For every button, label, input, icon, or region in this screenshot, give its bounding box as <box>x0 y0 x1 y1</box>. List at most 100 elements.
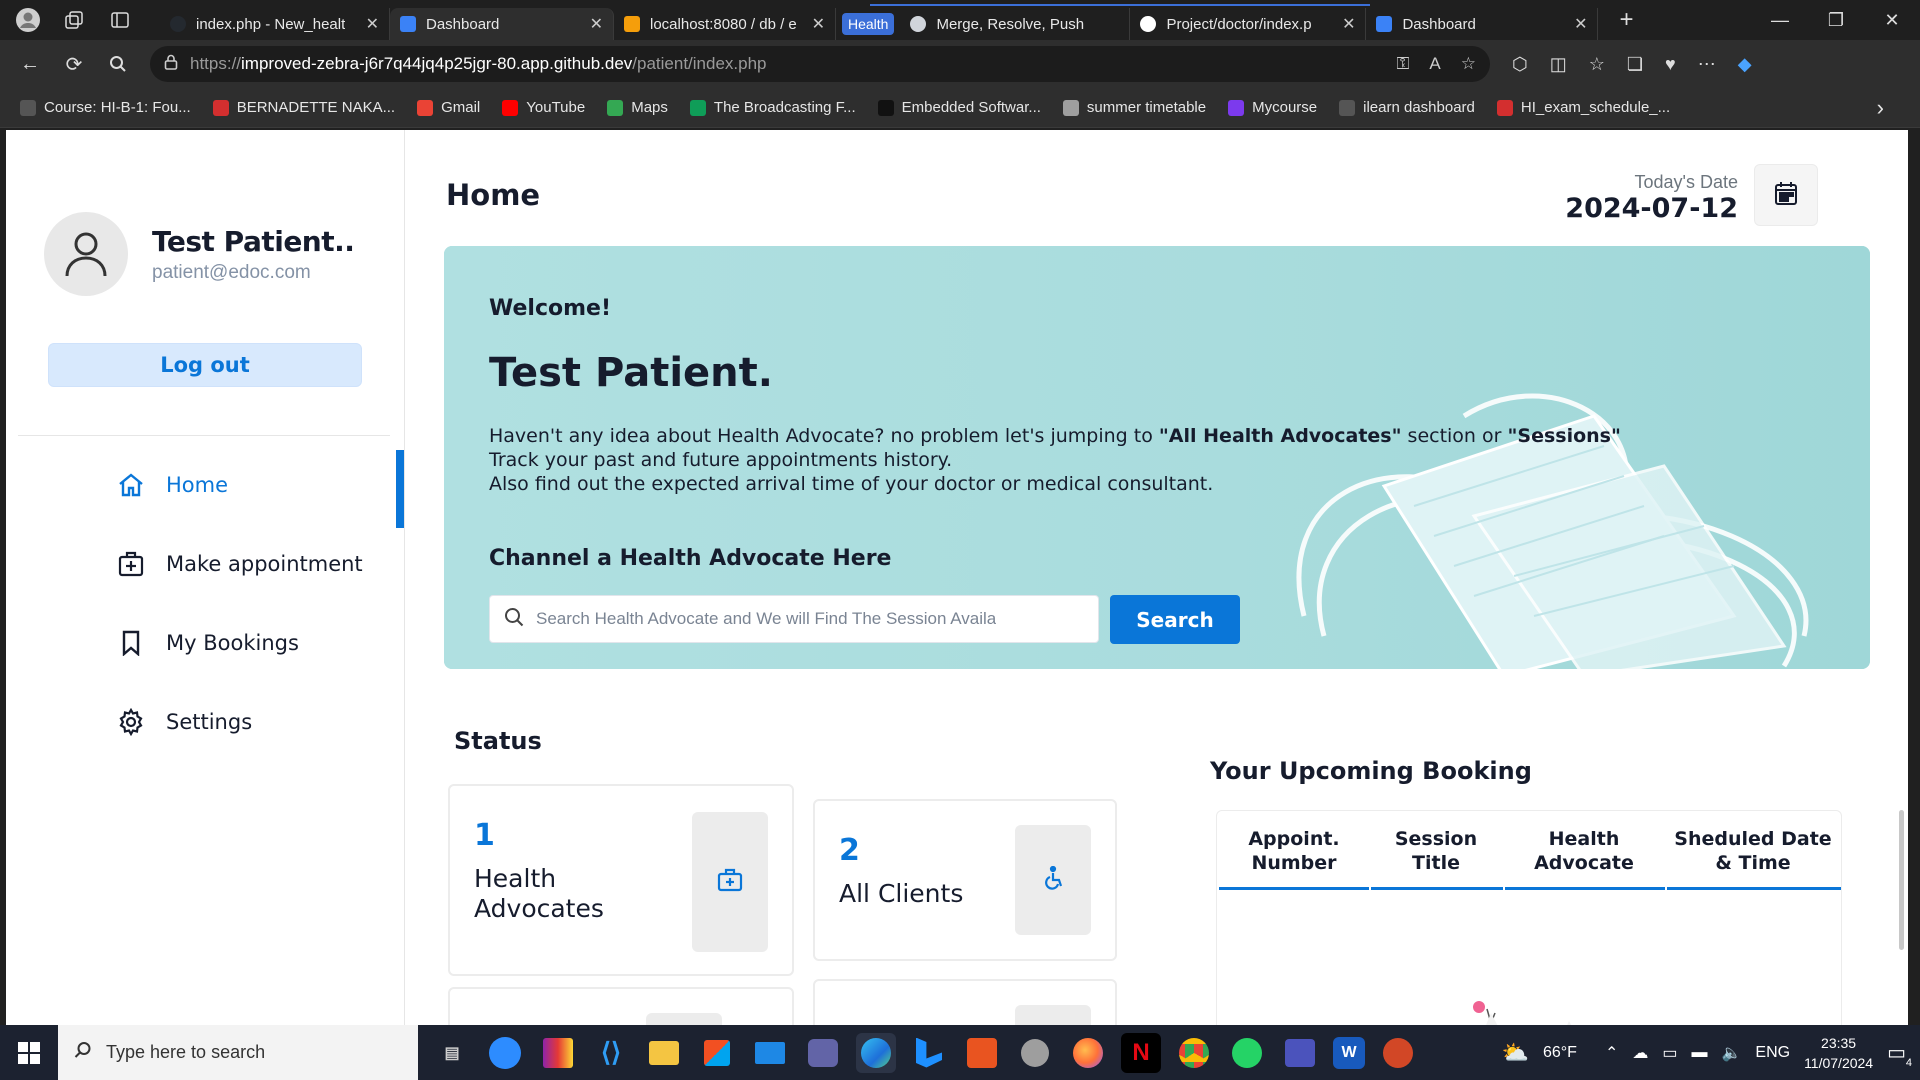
network-icon[interactable]: ☁ <box>1632 1043 1648 1063</box>
taskbar-search-input[interactable]: Type here to search <box>58 1025 418 1080</box>
home-icon <box>116 470 146 500</box>
clock-date: 11/07/2024 <box>1804 1054 1874 1071</box>
bookmark-item[interactable]: Maps <box>607 99 668 116</box>
powerpoint-icon[interactable] <box>1378 1033 1418 1073</box>
tab-title: index.php - New_healt <box>196 15 346 33</box>
close-icon[interactable]: ✕ <box>1334 14 1355 34</box>
close-icon[interactable]: ✕ <box>804 14 825 34</box>
refresh-icon[interactable]: ⟳ <box>54 44 94 84</box>
edge-icon[interactable] <box>856 1032 896 1073</box>
key-icon[interactable]: ⚿ <box>1396 54 1409 74</box>
language-indicator[interactable]: ENG <box>1755 1044 1790 1062</box>
card-label: All Clients <box>839 879 964 908</box>
calendar-button[interactable] <box>1754 164 1818 226</box>
search-icon[interactable] <box>98 44 138 84</box>
favorites-icon[interactable]: ☆ <box>1589 54 1605 75</box>
word-icon[interactable]: W <box>1333 1036 1365 1069</box>
bookmark-item[interactable]: Course: HI-B-1: Fou... <box>20 99 191 116</box>
bookmark-item[interactable]: summer timetable <box>1062 99 1206 116</box>
sidebar-item-make-appointment[interactable]: Make appointment <box>116 549 363 579</box>
bookmark-label: Embedded Softwar... <box>901 99 1041 116</box>
close-window-icon[interactable]: ✕ <box>1864 10 1920 31</box>
copilot-icon[interactable]: ◆ <box>1738 54 1752 75</box>
task-view-icon[interactable]: ▤ <box>432 1033 472 1073</box>
bookmark-favicon-icon <box>689 99 706 116</box>
advocate-search-input[interactable]: Search Health Advocate and We will Find … <box>489 595 1099 643</box>
bookmark-item[interactable]: Embedded Softwar... <box>877 99 1041 116</box>
card-icon-box <box>1015 825 1091 935</box>
bookmark-item[interactable]: The Broadcasting F... <box>689 99 856 116</box>
logout-button[interactable]: Log out <box>48 343 362 387</box>
card-number: 2 <box>839 833 860 868</box>
back-icon[interactable]: ← <box>10 44 50 84</box>
mail-icon[interactable] <box>750 1033 790 1073</box>
read-aloud-icon[interactable]: A <box>1429 54 1440 74</box>
bookmark-item[interactable]: Mycourse <box>1228 99 1317 116</box>
winrar-icon[interactable] <box>538 1033 578 1073</box>
avatar <box>44 212 128 296</box>
tab[interactable]: Dashboard ✕ <box>1366 8 1599 40</box>
bookmark-item[interactable]: YouTube <box>502 99 585 116</box>
windows-start-icon[interactable] <box>0 1025 58 1080</box>
search-button[interactable]: Search <box>1110 595 1240 644</box>
bookmark-item[interactable]: BERNADETTE NAKA... <box>212 99 395 116</box>
microsoft-store-icon[interactable] <box>697 1033 737 1073</box>
vscode-icon[interactable]: ⟨⟩ <box>591 1033 631 1073</box>
close-icon[interactable]: ✕ <box>582 14 603 34</box>
workspaces-icon[interactable] <box>60 6 88 34</box>
collections-icon[interactable]: ❏ <box>1627 54 1643 75</box>
header-underline <box>1219 887 1369 890</box>
health-extension-icon[interactable]: ♥ <box>1665 54 1676 75</box>
bookmark-favicon-icon <box>877 99 894 116</box>
tab[interactable]: Project/doctor/index.p ✕ <box>1130 8 1367 40</box>
teams-icon[interactable] <box>803 1033 843 1073</box>
firefox-icon[interactable] <box>1068 1033 1108 1073</box>
page-scrollbar[interactable] <box>1899 810 1904 950</box>
zoom-icon[interactable] <box>485 1033 525 1073</box>
clock[interactable]: 23:35 11/07/2024 <box>1804 1033 1873 1073</box>
whatsapp-icon[interactable] <box>1227 1033 1267 1073</box>
chrome-icon[interactable] <box>1174 1033 1214 1073</box>
url-field[interactable]: https://improved-zebra-j6r7q44jq4p25jgr-… <box>150 46 1490 82</box>
tab[interactable]: index.php - New_healt ✕ <box>160 8 390 40</box>
close-icon[interactable]: ✕ <box>1566 14 1587 34</box>
file-explorer-icon[interactable] <box>644 1033 684 1073</box>
more-menu-icon[interactable]: ⋯ <box>1698 54 1716 75</box>
chevron-right-icon[interactable]: › <box>1877 95 1884 121</box>
bing-icon[interactable] <box>909 1033 949 1073</box>
teams-classic-icon[interactable] <box>1280 1033 1320 1073</box>
ubuntu-icon[interactable] <box>962 1033 1002 1073</box>
bookmark-item[interactable]: ilearn dashboard <box>1339 99 1475 116</box>
sidebar-item-home[interactable]: Home <box>116 470 228 500</box>
sidebar-item-my-bookings[interactable]: My Bookings <box>116 628 299 658</box>
close-icon[interactable]: ✕ <box>358 14 379 34</box>
new-tab-icon[interactable]: + <box>1612 6 1640 34</box>
battery-icon[interactable]: ▬ <box>1691 1044 1707 1062</box>
favorite-star-icon[interactable]: ☆ <box>1461 54 1476 74</box>
tab-group-chip[interactable]: Health <box>842 13 895 35</box>
sidebar-item-settings[interactable]: Settings <box>116 707 252 737</box>
chevron-up-icon[interactable]: ⌃ <box>1605 1043 1618 1063</box>
status-card-advocates[interactable]: 1 Health Advocates <box>448 784 794 976</box>
notification-icon[interactable]: ▭ 4 <box>1887 1040 1912 1069</box>
app-icon[interactable] <box>1015 1033 1055 1073</box>
bookmark-item[interactable]: HI_exam_schedule_... <box>1496 99 1671 116</box>
restore-icon[interactable]: ❐ <box>1808 10 1864 31</box>
bookmark-item[interactable]: Gmail <box>417 99 480 116</box>
bookmark-label: HI_exam_schedule_... <box>1520 99 1671 116</box>
profile-icon[interactable] <box>14 6 42 34</box>
tab-active[interactable]: Dashboard ✕ <box>390 8 614 40</box>
weather-icon[interactable]: ⛅ <box>1502 1040 1529 1066</box>
volume-icon[interactable]: 🔈 <box>1721 1043 1741 1063</box>
status-card-clients[interactable]: 2 All Clients <box>813 799 1117 961</box>
tab[interactable]: localhost:8080 / db / e ✕ <box>614 8 836 40</box>
vertical-tabs-icon[interactable] <box>106 6 134 34</box>
minimize-icon[interactable]: — <box>1752 10 1808 31</box>
split-screen-icon[interactable]: ◫ <box>1550 54 1567 75</box>
display-icon[interactable]: ▭ <box>1662 1043 1677 1063</box>
status-card[interactable] <box>813 979 1117 1025</box>
extensions-icon[interactable]: ⬡ <box>1512 54 1528 75</box>
tab[interactable]: Merge, Resolve, Push <box>900 8 1131 40</box>
status-card[interactable] <box>448 987 794 1025</box>
netflix-icon[interactable]: N <box>1121 1032 1161 1073</box>
